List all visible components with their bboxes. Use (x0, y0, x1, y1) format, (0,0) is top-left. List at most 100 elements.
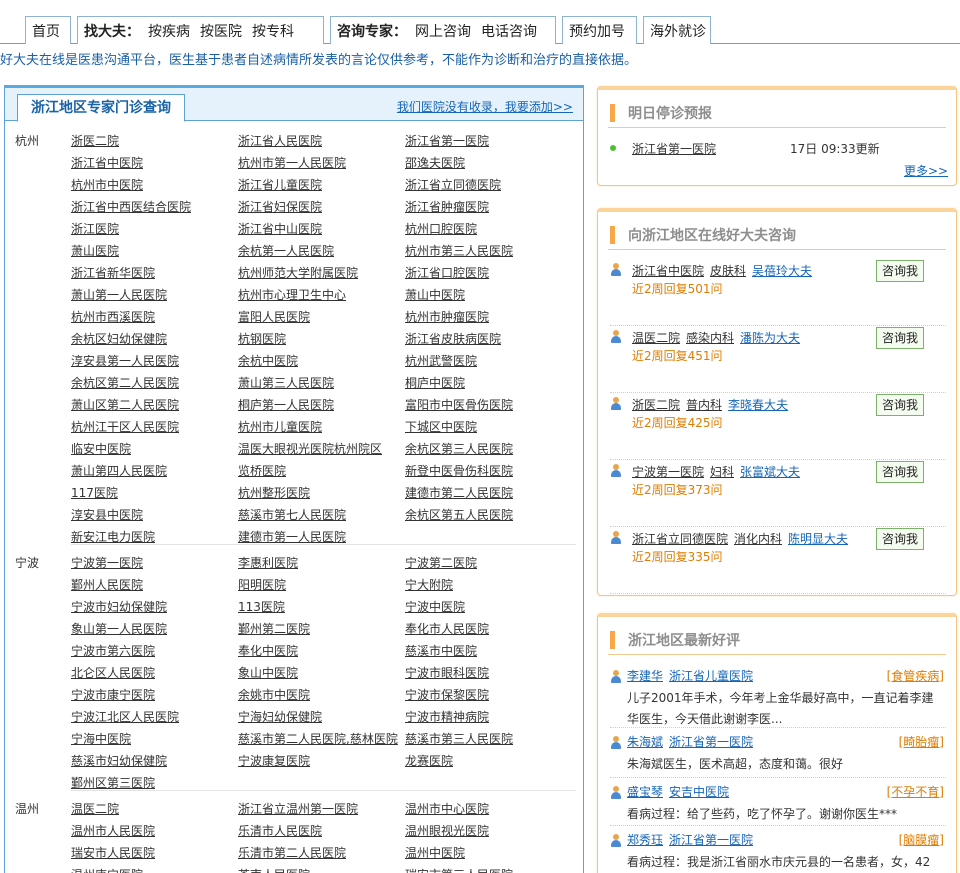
review-hospital-link[interactable]: 安吉中医院 (669, 783, 729, 800)
hospital-link[interactable]: 浙江省皮肤病医院 (405, 330, 501, 347)
hospital-link[interactable]: 淳安县中医院 (71, 506, 143, 523)
review-disease-link[interactable]: [脑膜瘤] (899, 831, 944, 848)
hospital-link[interactable]: 杭州江干区人民医院 (71, 418, 179, 435)
consult-doctor-link[interactable]: 潘陈为大夫 (740, 331, 800, 345)
hospital-link[interactable]: 宁波市精神病院 (405, 708, 489, 725)
consult-me-button[interactable]: 咨询我 (876, 260, 924, 282)
hospital-link[interactable]: 鄞州区第三医院 (71, 774, 155, 791)
hospital-link[interactable]: 余杭第一人民医院 (238, 242, 334, 259)
hospital-link[interactable]: 宁波中医院 (405, 598, 465, 615)
hospital-link[interactable]: 余杭区第三人民医院 (405, 440, 513, 457)
nav-appointment-tab[interactable]: 预约加号 (562, 16, 637, 44)
consult-me-button[interactable]: 咨询我 (876, 394, 924, 416)
hospital-link[interactable]: 慈溪市第三人民医院 (405, 730, 513, 747)
nav-overseas-link[interactable]: 海外就诊 (650, 21, 706, 41)
review-doctor-link[interactable]: 盛宝琴 (627, 783, 663, 800)
hospital-link[interactable]: 慈溪市第七人民医院 (238, 506, 346, 523)
hospital-link[interactable]: 慈溪市中医院 (405, 642, 477, 659)
add-hospital-link[interactable]: 我们医院没有收录，我要添加>> (397, 98, 573, 115)
hospital-link[interactable]: 余杭中医院 (238, 352, 298, 369)
hospital-link[interactable]: 杭州武警医院 (405, 352, 477, 369)
hospital-link[interactable]: 宁海中医院 (71, 730, 131, 747)
consult-department-link[interactable]: 妇科 (710, 465, 734, 479)
hospital-link[interactable]: 富阳市中医骨伤医院 (405, 396, 513, 413)
consult-hospital-link[interactable]: 温医二院 (632, 331, 680, 345)
hospital-link[interactable]: 温州中医院 (405, 844, 465, 861)
hospital-link[interactable]: 浙江省人民医院 (238, 132, 322, 149)
nav-by-hospital-link[interactable]: 按医院 (200, 21, 242, 41)
nav-home-link[interactable]: 首页 (32, 21, 60, 41)
hospital-link[interactable]: 余杭区第二人民医院 (71, 374, 179, 391)
review-doctor-link[interactable]: 李建华 (627, 667, 663, 684)
review-disease-link[interactable]: [食管疾病] (887, 667, 944, 684)
consult-doctor-link[interactable]: 李晓春大夫 (728, 398, 788, 412)
hospital-link[interactable]: 宁海妇幼保健院 (238, 708, 322, 725)
hospital-link[interactable]: 浙江省口腔医院 (405, 264, 489, 281)
hospital-link[interactable]: 杭州口腔医院 (405, 220, 477, 237)
hospital-link[interactable]: 萧山第四人民医院 (71, 462, 167, 479)
hospital-link[interactable]: 温医二院 (71, 800, 119, 817)
consult-department-link[interactable]: 消化内科 (734, 532, 782, 546)
hospital-link[interactable]: 浙江省立温州第一医院 (238, 800, 358, 817)
hospital-link[interactable]: 萧山医院 (71, 242, 119, 259)
nav-phone-consult-link[interactable]: 电话咨询 (481, 21, 537, 41)
hospital-link[interactable]: 下城区中医院 (405, 418, 477, 435)
consult-me-button[interactable]: 咨询我 (876, 327, 924, 349)
hospital-link[interactable]: 建德市第一人民医院 (238, 528, 346, 545)
hospital-link[interactable]: 浙江省妇保医院 (238, 198, 322, 215)
hospital-link[interactable]: 宁波市眼科医院 (405, 664, 489, 681)
hospital-link[interactable]: 余杭区第五人民医院 (405, 506, 513, 523)
nav-by-disease-link[interactable]: 按疾病 (148, 21, 190, 41)
nav-by-department-link[interactable]: 按专科 (252, 21, 294, 41)
hospital-link[interactable]: 杭州市儿童医院 (238, 418, 322, 435)
review-doctor-link[interactable]: 朱海斌 (627, 733, 663, 750)
hospital-link[interactable]: 杭州市心理卫生中心 (238, 286, 346, 303)
hospital-link[interactable]: 杭州市西溪医院 (71, 308, 155, 325)
hospital-link[interactable]: 浙江省中西医结合医院 (71, 198, 191, 215)
hospital-link[interactable]: 杭州市中医院 (71, 176, 143, 193)
hospital-link[interactable]: 苍南人民医院 (238, 866, 310, 873)
hospital-link[interactable]: 慈溪市妇幼保健院 (71, 752, 167, 769)
consult-doctor-link[interactable]: 吴蓓玲大夫 (752, 264, 812, 278)
consult-hospital-link[interactable]: 浙江省立同德医院 (632, 532, 728, 546)
hospital-link[interactable]: 浙江医院 (71, 220, 119, 237)
hospital-link[interactable]: 温州眼视光医院 (405, 822, 489, 839)
hospital-link[interactable]: 北仑区人民医院 (71, 664, 155, 681)
review-doctor-link[interactable]: 郑秀珏 (627, 831, 663, 848)
stop-notice-hospital-link[interactable]: 浙江省第一医院 (632, 140, 716, 157)
hospital-link[interactable]: 宁大附院 (405, 576, 453, 593)
hospital-link[interactable]: 建德市第二人民医院 (405, 484, 513, 501)
hospital-link[interactable]: 萧山区第二人民医院 (71, 396, 179, 413)
hospital-link[interactable]: 宁波市康宁医院 (71, 686, 155, 703)
hospital-link[interactable]: 乐清市第二人民医院 (238, 844, 346, 861)
review-hospital-link[interactable]: 浙江省儿童医院 (669, 667, 753, 684)
consult-doctor-link[interactable]: 陈明显大夫 (788, 532, 848, 546)
hospital-link[interactable]: 温医大眼视光医院杭州院区 (238, 440, 382, 457)
nav-online-consult-link[interactable]: 网上咨询 (415, 21, 471, 41)
hospital-link[interactable]: 阳明医院 (238, 576, 286, 593)
hospital-link[interactable]: 新安江电力医院 (71, 528, 155, 545)
hospital-link[interactable]: 浙江省中山医院 (238, 220, 322, 237)
stop-notice-more-link[interactable]: 更多>> (904, 162, 948, 179)
hospital-link[interactable]: 富阳人民医院 (238, 308, 310, 325)
hospital-link[interactable]: 览桥医院 (238, 462, 286, 479)
review-hospital-link[interactable]: 浙江省第一医院 (669, 733, 753, 750)
hospital-link[interactable]: 鄞州人民医院 (71, 576, 143, 593)
hospital-link[interactable]: 临安中医院 (71, 440, 131, 457)
nav-home-tab[interactable]: 首页 (25, 16, 71, 44)
hospital-link[interactable]: 117医院 (71, 484, 118, 501)
hospital-link[interactable]: 桐庐第一人民医院 (238, 396, 334, 413)
nav-appointment-link[interactable]: 预约加号 (569, 21, 625, 41)
nav-overseas-tab[interactable]: 海外就诊 (643, 16, 711, 44)
review-hospital-link[interactable]: 浙江省第一医院 (669, 831, 753, 848)
hospital-link[interactable]: 宁波康复医院 (238, 752, 310, 769)
hospital-link[interactable]: 温州市人民医院 (71, 822, 155, 839)
hospital-link[interactable]: 杭州市第三人民医院 (405, 242, 513, 259)
hospital-link[interactable]: 李惠利医院 (238, 554, 298, 571)
hospital-link[interactable]: 浙江省新华医院 (71, 264, 155, 281)
hospital-link[interactable]: 浙江省立同德医院 (405, 176, 501, 193)
hospital-link[interactable]: 瑞安市人民医院 (71, 844, 155, 861)
consult-hospital-link[interactable]: 浙医二院 (632, 398, 680, 412)
hospital-link[interactable]: 杭州师范大学附属医院 (238, 264, 358, 281)
hospital-link[interactable]: 萧山中医院 (405, 286, 465, 303)
